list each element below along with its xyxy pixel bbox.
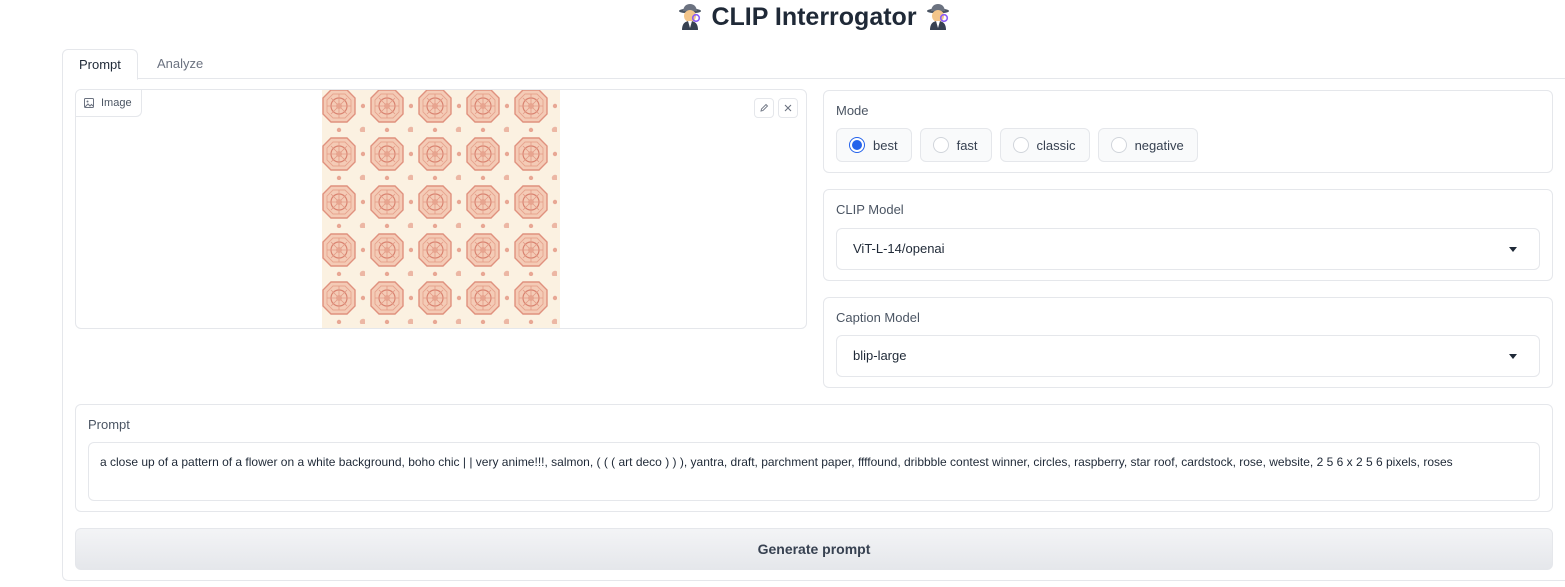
generate-prompt-button[interactable]: Generate prompt bbox=[75, 528, 1553, 570]
image-label-badge: Image bbox=[76, 90, 142, 117]
mode-option-label: fast bbox=[956, 137, 978, 153]
app-title-text: CLIP Interrogator bbox=[711, 3, 917, 31]
chevron-down-icon bbox=[1509, 247, 1517, 252]
prompt-output-block: Prompt a close up of a pattern of a flow… bbox=[75, 404, 1553, 512]
prompt-output-textarea[interactable]: a close up of a pattern of a flower on a… bbox=[88, 442, 1540, 501]
prompt-label: Prompt bbox=[88, 417, 130, 432]
caption-model-block: Caption Model blip-large bbox=[823, 297, 1553, 388]
clip-model-value: ViT-L-14/openai bbox=[853, 241, 945, 256]
radio-unchecked-icon bbox=[932, 137, 949, 153]
clip-model-label: CLIP Model bbox=[836, 202, 904, 217]
edit-button[interactable] bbox=[754, 98, 774, 118]
mode-option-classic[interactable]: classic bbox=[999, 128, 1090, 162]
mode-option-label: classic bbox=[1036, 137, 1076, 153]
page-title: CLIP Interrogator bbox=[0, 0, 1565, 34]
radio-checked-icon bbox=[849, 137, 865, 153]
radio-unchecked-icon bbox=[1110, 137, 1127, 153]
tab-analyze[interactable]: Analyze bbox=[141, 49, 219, 79]
image-icon bbox=[84, 98, 94, 108]
tab-bar: Prompt Analyze bbox=[62, 49, 1565, 80]
caption-model-dropdown[interactable]: blip-large bbox=[836, 335, 1540, 377]
caption-model-label: Caption Model bbox=[836, 310, 920, 325]
caption-model-value: blip-large bbox=[853, 348, 907, 363]
mode-option-label: negative bbox=[1134, 137, 1184, 153]
image-actions bbox=[754, 98, 798, 118]
clear-image-button[interactable] bbox=[778, 98, 798, 118]
mode-option-negative[interactable]: negative bbox=[1097, 128, 1198, 162]
detective-emoji-icon bbox=[924, 2, 952, 30]
mode-block: Mode best fast classic negative bbox=[823, 90, 1553, 173]
mode-radio-group: best fast classic negative bbox=[836, 128, 1198, 162]
uploaded-pattern-image bbox=[322, 90, 560, 328]
mode-label: Mode bbox=[836, 103, 869, 118]
mode-option-fast[interactable]: fast bbox=[919, 128, 992, 162]
detective-emoji-icon bbox=[676, 2, 704, 30]
image-upload[interactable]: Image bbox=[75, 89, 807, 329]
image-label-text: Image bbox=[101, 97, 132, 109]
edit-icon bbox=[760, 103, 769, 112]
mode-option-label: best bbox=[873, 137, 898, 153]
clip-model-dropdown[interactable]: ViT-L-14/openai bbox=[836, 228, 1540, 270]
tab-prompt[interactable]: Prompt bbox=[62, 49, 138, 80]
chevron-down-icon bbox=[1509, 354, 1517, 359]
mode-option-best[interactable]: best bbox=[836, 128, 912, 162]
radio-unchecked-icon bbox=[1012, 137, 1029, 153]
close-icon bbox=[784, 104, 792, 112]
clip-model-block: CLIP Model ViT-L-14/openai bbox=[823, 189, 1553, 281]
